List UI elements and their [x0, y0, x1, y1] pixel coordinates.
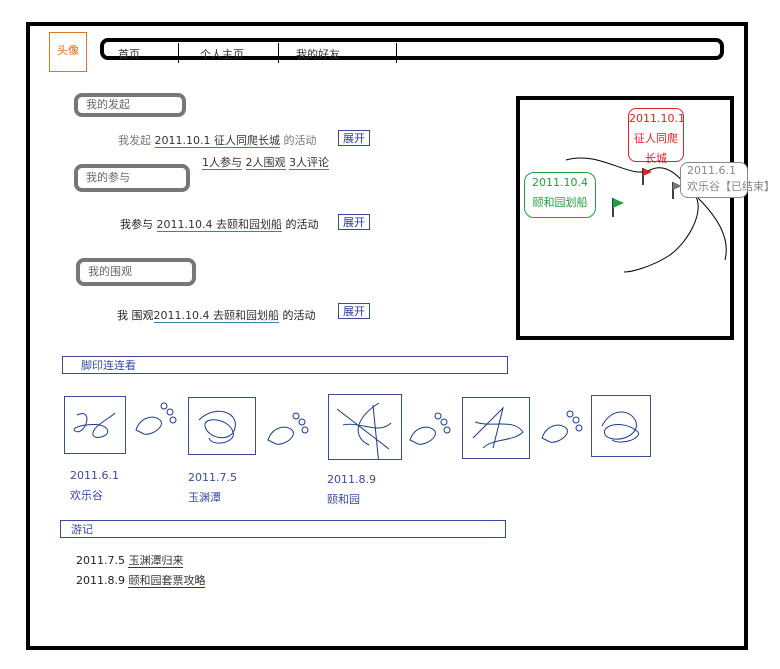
initiated-prefix: 我发起	[118, 134, 151, 147]
initiated-expand-button[interactable]: 展开	[338, 130, 370, 146]
joined-suffix: 的活动	[285, 218, 319, 231]
activity-map[interactable]	[516, 96, 734, 340]
footprint-icon	[135, 402, 177, 435]
travel-entry: 2011.7.5 玉渊潭归来	[76, 552, 184, 568]
footprint-place[interactable]: 欢乐谷	[70, 486, 119, 506]
footprints-heading-label: 脚印连连看	[81, 359, 136, 372]
nav-divider	[278, 43, 279, 63]
nav-divider	[396, 43, 397, 63]
map-marker-happy-valley[interactable]: 2011.6.1 欢乐谷【已结束】	[680, 162, 775, 198]
initiated-activity-link[interactable]: 2011.10.1 征人同爬长城	[154, 134, 280, 148]
travel-title-link[interactable]: 颐和园套票攻略	[128, 574, 206, 588]
initiated-stats: 1人参与 2人围观 3人评论	[202, 154, 329, 170]
footprint-thumb[interactable]	[591, 395, 651, 457]
footprint-caption: 2011.7.5 玉渊潭	[188, 468, 237, 508]
comments-link[interactable]: 3人评论	[289, 156, 329, 170]
travel-heading-label: 游记	[71, 523, 93, 536]
watched-prefix: 我 围观	[117, 309, 154, 322]
red-flag-icon[interactable]	[640, 166, 654, 186]
green-flag-icon[interactable]	[610, 196, 626, 218]
initiated-heading-label: 我的发起	[86, 98, 130, 111]
marker-date: 2011.10.1	[629, 112, 685, 125]
top-nav-bar: 首页 个人主页 我的好友	[100, 38, 724, 63]
travel-date: 2011.7.5	[76, 554, 125, 567]
watched-heading[interactable]: 我的围观	[76, 258, 196, 286]
joined-heading-label: 我的参与	[86, 171, 130, 184]
footprint-thumb[interactable]	[64, 396, 126, 454]
footprint-icon	[541, 410, 583, 443]
travel-date: 2011.8.9	[76, 574, 125, 587]
footprints-heading: 脚印连连看	[62, 356, 508, 374]
footprint-caption: 2011.8.9 颐和园	[327, 470, 376, 510]
footprint-date: 2011.6.1	[70, 469, 119, 482]
scribble-image	[472, 406, 524, 449]
nav-divider	[178, 43, 179, 63]
map-route-lines	[565, 157, 727, 273]
joined-prefix: 我参与	[120, 218, 153, 231]
scribble-image	[73, 412, 116, 438]
footprint-icon	[267, 412, 309, 445]
footprint-date: 2011.8.9	[327, 473, 376, 486]
watched-heading-label: 我的围观	[88, 265, 132, 278]
map-marker-summer-palace[interactable]: 2011.10.4 颐和园划船	[524, 172, 596, 218]
marker-date: 2011.10.4	[532, 176, 588, 189]
scribble-image	[601, 411, 639, 443]
marker-name: 颐和园划船	[532, 196, 588, 209]
joined-activity-link[interactable]: 2011.10.4 去颐和园划船	[156, 218, 282, 232]
travel-heading: 游记	[60, 520, 506, 538]
footprint-place[interactable]: 颐和园	[327, 490, 376, 510]
participants-link[interactable]: 1人参与	[202, 156, 242, 170]
travel-entry: 2011.8.9 颐和园套票攻略	[76, 572, 206, 588]
footprint-place[interactable]: 玉渊潭	[188, 488, 237, 508]
watchers-link[interactable]: 2人围观	[245, 156, 286, 170]
footprint-thumb[interactable]	[462, 397, 530, 459]
watched-row: 我 围观2011.10.4 去颐和园划船 的活动	[117, 307, 315, 323]
scribble-image	[198, 410, 236, 444]
nav-profile[interactable]: 个人主页	[200, 46, 244, 62]
initiated-row: 我发起 2011.10.1 征人同爬长城 的活动	[118, 132, 316, 148]
joined-expand-button[interactable]: 展开	[338, 214, 370, 230]
footprint-caption: 2011.6.1 欢乐谷	[70, 466, 119, 506]
footprint-thumb[interactable]	[328, 394, 402, 466]
initiated-suffix: 的活动	[283, 134, 317, 147]
footprint-thumb[interactable]	[188, 397, 256, 455]
avatar[interactable]: 头像	[49, 32, 87, 72]
travel-title-link[interactable]: 玉渊潭归来	[128, 554, 184, 568]
joined-heading[interactable]: 我的参与	[74, 164, 190, 192]
map-marker-great-wall[interactable]: 2011.10.1 征人同爬长城	[628, 108, 685, 165]
nav-friends[interactable]: 我的好友	[296, 46, 340, 62]
scribble-image	[336, 402, 392, 466]
watched-activity-link[interactable]: 2011.10.4 去颐和园划船	[153, 309, 279, 323]
nav-home[interactable]: 首页	[118, 46, 140, 62]
initiated-heading[interactable]: 我的发起	[74, 93, 186, 117]
marker-date: 2011.6.1	[687, 164, 736, 177]
footprint-icon	[409, 412, 451, 445]
watched-suffix: 的活动	[282, 309, 316, 322]
footprint-date: 2011.7.5	[188, 471, 237, 484]
watched-expand-button[interactable]: 展开	[338, 303, 370, 319]
marker-name: 征人同爬长城	[634, 132, 678, 165]
marker-name: 欢乐谷【已结束】	[687, 180, 775, 193]
joined-row: 我参与 2011.10.4 去颐和园划船 的活动	[120, 216, 318, 232]
